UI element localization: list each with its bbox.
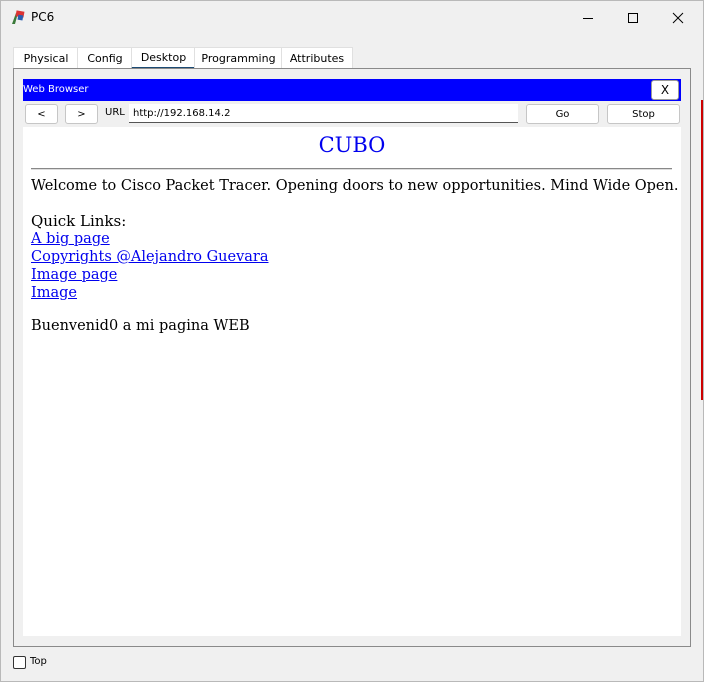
tab-physical[interactable]: Physical [13,47,79,68]
minimize-icon [583,18,593,19]
close-button[interactable] [655,1,701,35]
maximize-icon [628,13,638,23]
quick-links-list: A big page Copyrights @Alejandro Guevara… [31,230,269,302]
tab-config[interactable]: Config [77,47,133,68]
top-checkbox[interactable] [13,656,26,669]
tab-desktop[interactable]: Desktop [131,47,196,70]
url-input[interactable] [129,104,518,123]
top-checkbox-label: Top [30,656,47,667]
web-browser-title: Web Browser [23,84,89,95]
link-big-page[interactable]: A big page [31,230,269,248]
welcome-text: Welcome to Cisco Packet Tracer. Opening … [31,178,679,194]
link-image-page[interactable]: Image page [31,266,269,284]
tab-programming[interactable]: Programming [194,47,283,68]
minimize-button[interactable] [565,1,611,35]
quick-links-label: Quick Links: [31,212,127,230]
browser-close-button[interactable]: X [651,80,679,100]
back-button[interactable]: < [25,104,58,124]
go-button[interactable]: Go [526,104,599,124]
forward-button[interactable]: > [65,104,98,124]
tab-attributes[interactable]: Attributes [281,47,353,68]
link-copyrights[interactable]: Copyrights @Alejandro Guevara [31,248,269,266]
browser-nav-bar: < > URL Go Stop [23,102,681,126]
url-label: URL [105,107,125,118]
title-bar: PC6 [1,1,703,35]
maximize-button[interactable] [610,1,656,35]
welcome-footer-text: Buenvenid0 a mi pagina WEB [31,318,250,334]
stop-button[interactable]: Stop [607,104,680,124]
link-image[interactable]: Image [31,284,269,302]
horizontal-rule [31,168,672,170]
packet-tracer-pc-icon [12,10,25,24]
pc6-window: PC6 Physical Config Desktop Programming … [0,0,704,682]
close-icon [672,12,684,24]
web-browser-title-bar: Web Browser X [23,79,681,101]
web-page-content: CUBO Welcome to Cisco Packet Tracer. Ope… [23,127,681,636]
window-title: PC6 [31,10,55,24]
page-heading: CUBO [318,133,386,157]
